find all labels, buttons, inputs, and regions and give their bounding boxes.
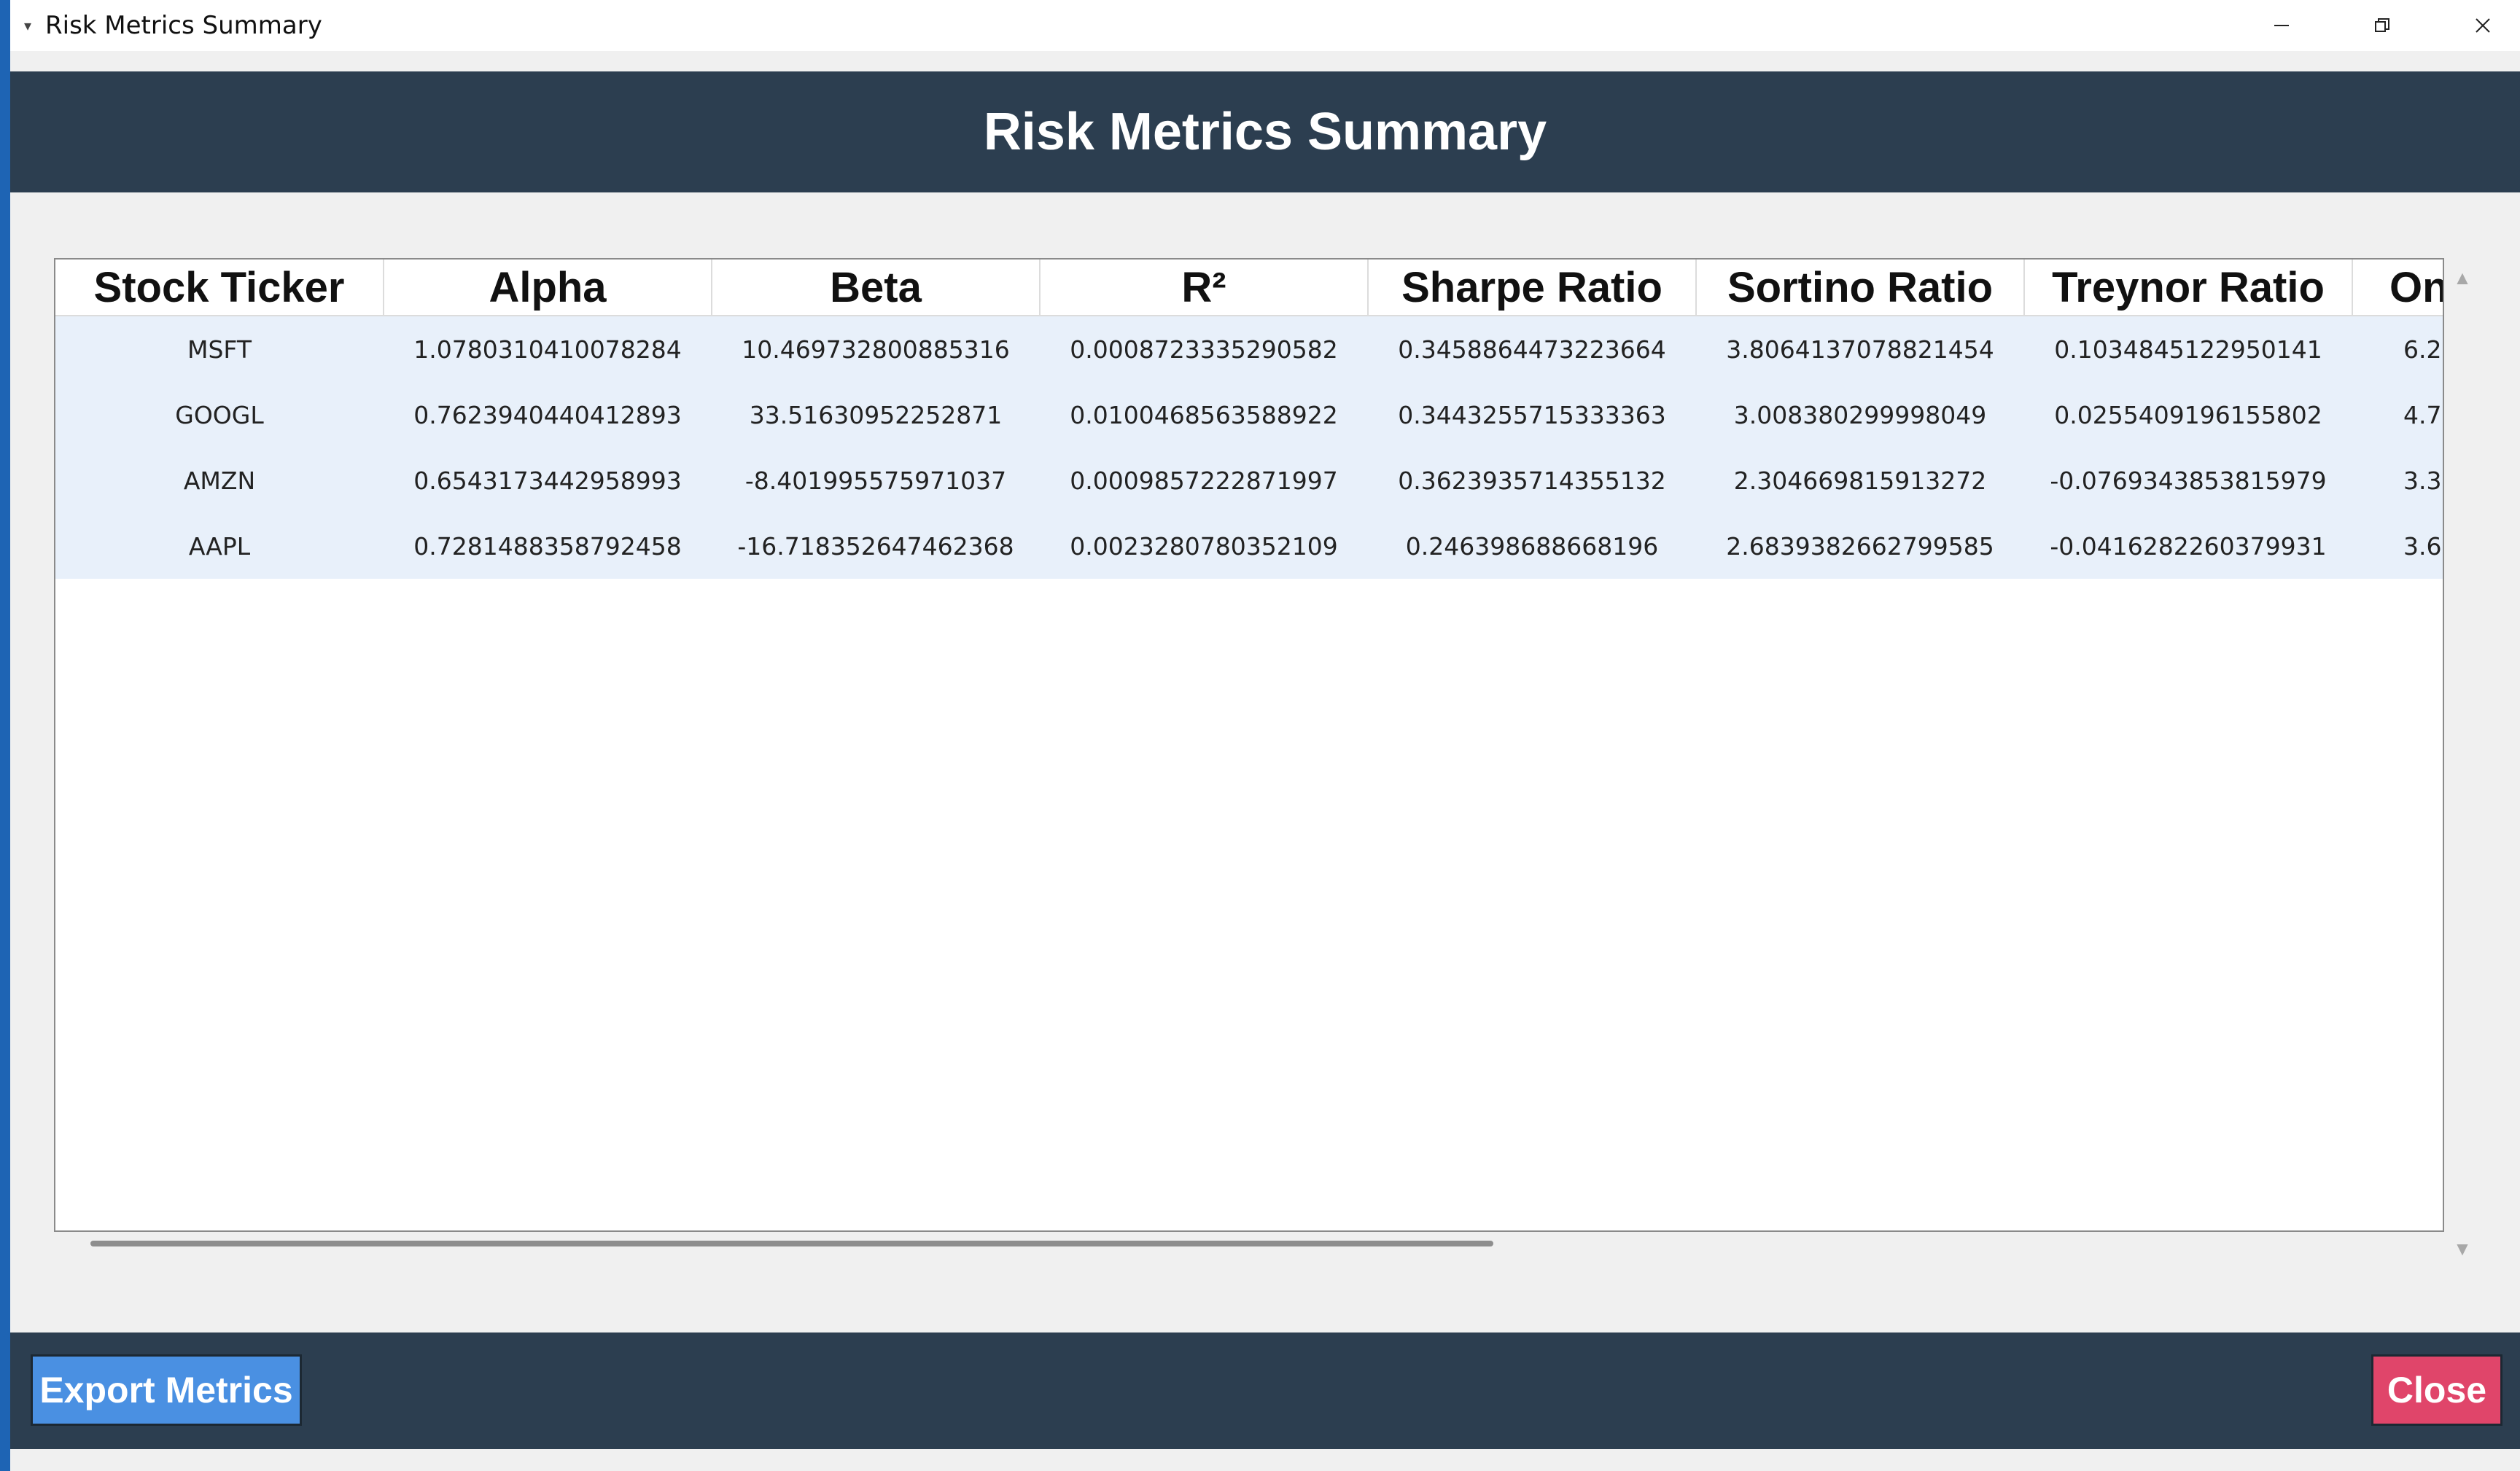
table-cell: 3.008380299998049 [1696, 382, 2024, 448]
window-left-edge [0, 0, 10, 1471]
table-cell: 0.6543173442958993 [384, 448, 712, 513]
table-cell: 1.0780310410078284 [384, 316, 712, 382]
table-cell: 0.1034845122950141 [2024, 316, 2352, 382]
column-header-stock-ticker[interactable]: Stock Ticker [55, 260, 384, 316]
table-cell: 0.0008723335290582 [1040, 316, 1368, 382]
window-titlebar[interactable]: ▾ Risk Metrics Summary [10, 0, 2520, 51]
table-cell: 3.6 [2352, 513, 2443, 579]
table-cell: 33.51630952252871 [712, 382, 1040, 448]
table-cell: 0.0009857222871997 [1040, 448, 1368, 513]
column-header-alpha[interactable]: Alpha [384, 260, 712, 316]
table-cell: AAPL [55, 513, 384, 579]
table-cell: AMZN [55, 448, 384, 513]
table-cell: 3.39 [2352, 448, 2443, 513]
restore-icon [2375, 18, 2389, 32]
column-header-sortino-ratio[interactable]: Sortino Ratio [1696, 260, 2025, 316]
close-window-button[interactable] [2432, 0, 2520, 51]
table-cell: 0.0023280780352109 [1040, 513, 1368, 579]
table-cell: 0.3443255715333363 [1368, 382, 1696, 448]
table-header-row: Stock Ticker Alpha Beta R² Sharpe Ratio … [55, 260, 2443, 316]
header-banner: Risk Metrics Summary [10, 71, 2520, 192]
table-cell: 0.3458864473223664 [1368, 316, 1696, 382]
table-row[interactable]: AAPL 0.7281488358792458 -16.718352647462… [55, 513, 2443, 579]
table-cell: 0.7281488358792458 [384, 513, 712, 579]
minimize-button[interactable] [2231, 0, 2332, 51]
column-header-truncated[interactable]: On [2352, 260, 2443, 316]
horizontal-scrollbar-thumb[interactable] [90, 1241, 1493, 1246]
window-title: Risk Metrics Summary [45, 11, 322, 40]
table-cell: 2.304669815913272 [1696, 448, 2024, 513]
scroll-down-arrow-icon[interactable]: ▼ [2451, 1238, 2473, 1260]
page-title: Risk Metrics Summary [983, 103, 1547, 161]
minimize-icon [2274, 25, 2289, 26]
table-cell: GOOGL [55, 382, 384, 448]
metrics-table-container[interactable]: Stock Ticker Alpha Beta R² Sharpe Ratio … [54, 258, 2444, 1232]
table-cell: 4.79 [2352, 382, 2443, 448]
table-row[interactable]: MSFT 1.0780310410078284 10.4697328008853… [55, 316, 2443, 382]
table-cell: -0.0416282260379931 [2024, 513, 2352, 579]
footer-bar: Export Metrics Close [10, 1333, 2520, 1449]
table-cell: 0.3623935714355132 [1368, 448, 1696, 513]
close-button[interactable]: Close [2371, 1354, 2502, 1426]
column-header-r-squared[interactable]: R² [1040, 260, 1369, 316]
table-cell: 0.7623940440412893 [384, 382, 712, 448]
export-metrics-button[interactable]: Export Metrics [31, 1354, 302, 1426]
scroll-up-arrow-icon[interactable]: ▲ [2451, 267, 2473, 289]
metrics-table: Stock Ticker Alpha Beta R² Sharpe Ratio … [55, 260, 2443, 579]
close-icon [2476, 18, 2490, 33]
table-cell: -0.0769343853815979 [2024, 448, 2352, 513]
column-header-treynor-ratio[interactable]: Treynor Ratio [2024, 260, 2353, 316]
table-cell: -8.401995575971037 [712, 448, 1040, 513]
table-cell: 0.246398688668196 [1368, 513, 1696, 579]
table-cell: MSFT [55, 316, 384, 382]
table-cell: 0.0100468563588922 [1040, 382, 1368, 448]
table-row[interactable]: GOOGL 0.7623940440412893 33.516309522528… [55, 382, 2443, 448]
table-cell: 10.469732800885316 [712, 316, 1040, 382]
table-cell: -16.718352647462368 [712, 513, 1040, 579]
table-cell: 6.25 [2352, 316, 2443, 382]
table-cell: 0.0255409196155802 [2024, 382, 2352, 448]
column-header-beta[interactable]: Beta [712, 260, 1041, 316]
restore-button[interactable] [2332, 0, 2432, 51]
table-cell: 3.8064137078821454 [1696, 316, 2024, 382]
column-header-sharpe-ratio[interactable]: Sharpe Ratio [1368, 260, 1697, 316]
system-menu-icon[interactable]: ▾ [10, 17, 45, 35]
table-cell: 2.6839382662799585 [1696, 513, 2024, 579]
table-row[interactable]: AMZN 0.6543173442958993 -8.4019955759710… [55, 448, 2443, 513]
horizontal-scrollbar[interactable] [90, 1239, 2424, 1249]
